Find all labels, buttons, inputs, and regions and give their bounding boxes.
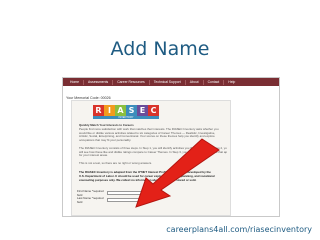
slide-title: Add Name [110,38,210,60]
last-name-label: Last Name *required field [77,196,104,204]
intro-line: This is not a test, so there are no righ… [79,161,152,165]
nav-item-career-resources[interactable]: Career Resources [113,79,150,85]
nav-item-contact[interactable]: Contact [204,79,225,85]
logo-letter-e: E [137,105,148,116]
nav-item-technical-support[interactable]: Technical Support [150,79,186,85]
nav-item-help[interactable]: Help [224,80,239,85]
last-name-row: Last Name *required field [77,196,149,204]
website-screenshot: Home Assessments Career Resources Techni… [62,77,280,217]
last-name-input[interactable] [107,198,149,202]
logo-letter-c: C [148,105,159,116]
logo-letter-i: I [104,105,115,116]
intro-text: Quickly Match Your Interests to Careers … [79,124,227,166]
logo-letter-r: R [93,105,104,116]
riasec-logo: R I A S E C [93,105,159,116]
top-navigation-bar: Home Assessments Career Resources Techni… [63,78,279,86]
notice-text: The RIASEC Inventory is adapted from the… [79,171,227,182]
footer-url: careerplans4all.com/riasecinventory [166,225,312,234]
nav-item-assessments[interactable]: Assessments [84,79,114,85]
logo-subtitle: INVENTORY [93,116,159,119]
logo-letter-s: S [126,105,137,116]
nav-item-home[interactable]: Home [66,79,85,85]
first-name-input[interactable] [107,191,149,195]
nav-item-about[interactable]: About [186,79,204,85]
logo-letter-a: A [115,105,126,116]
notice-line: counseling purposes only. We collect no … [79,178,197,182]
